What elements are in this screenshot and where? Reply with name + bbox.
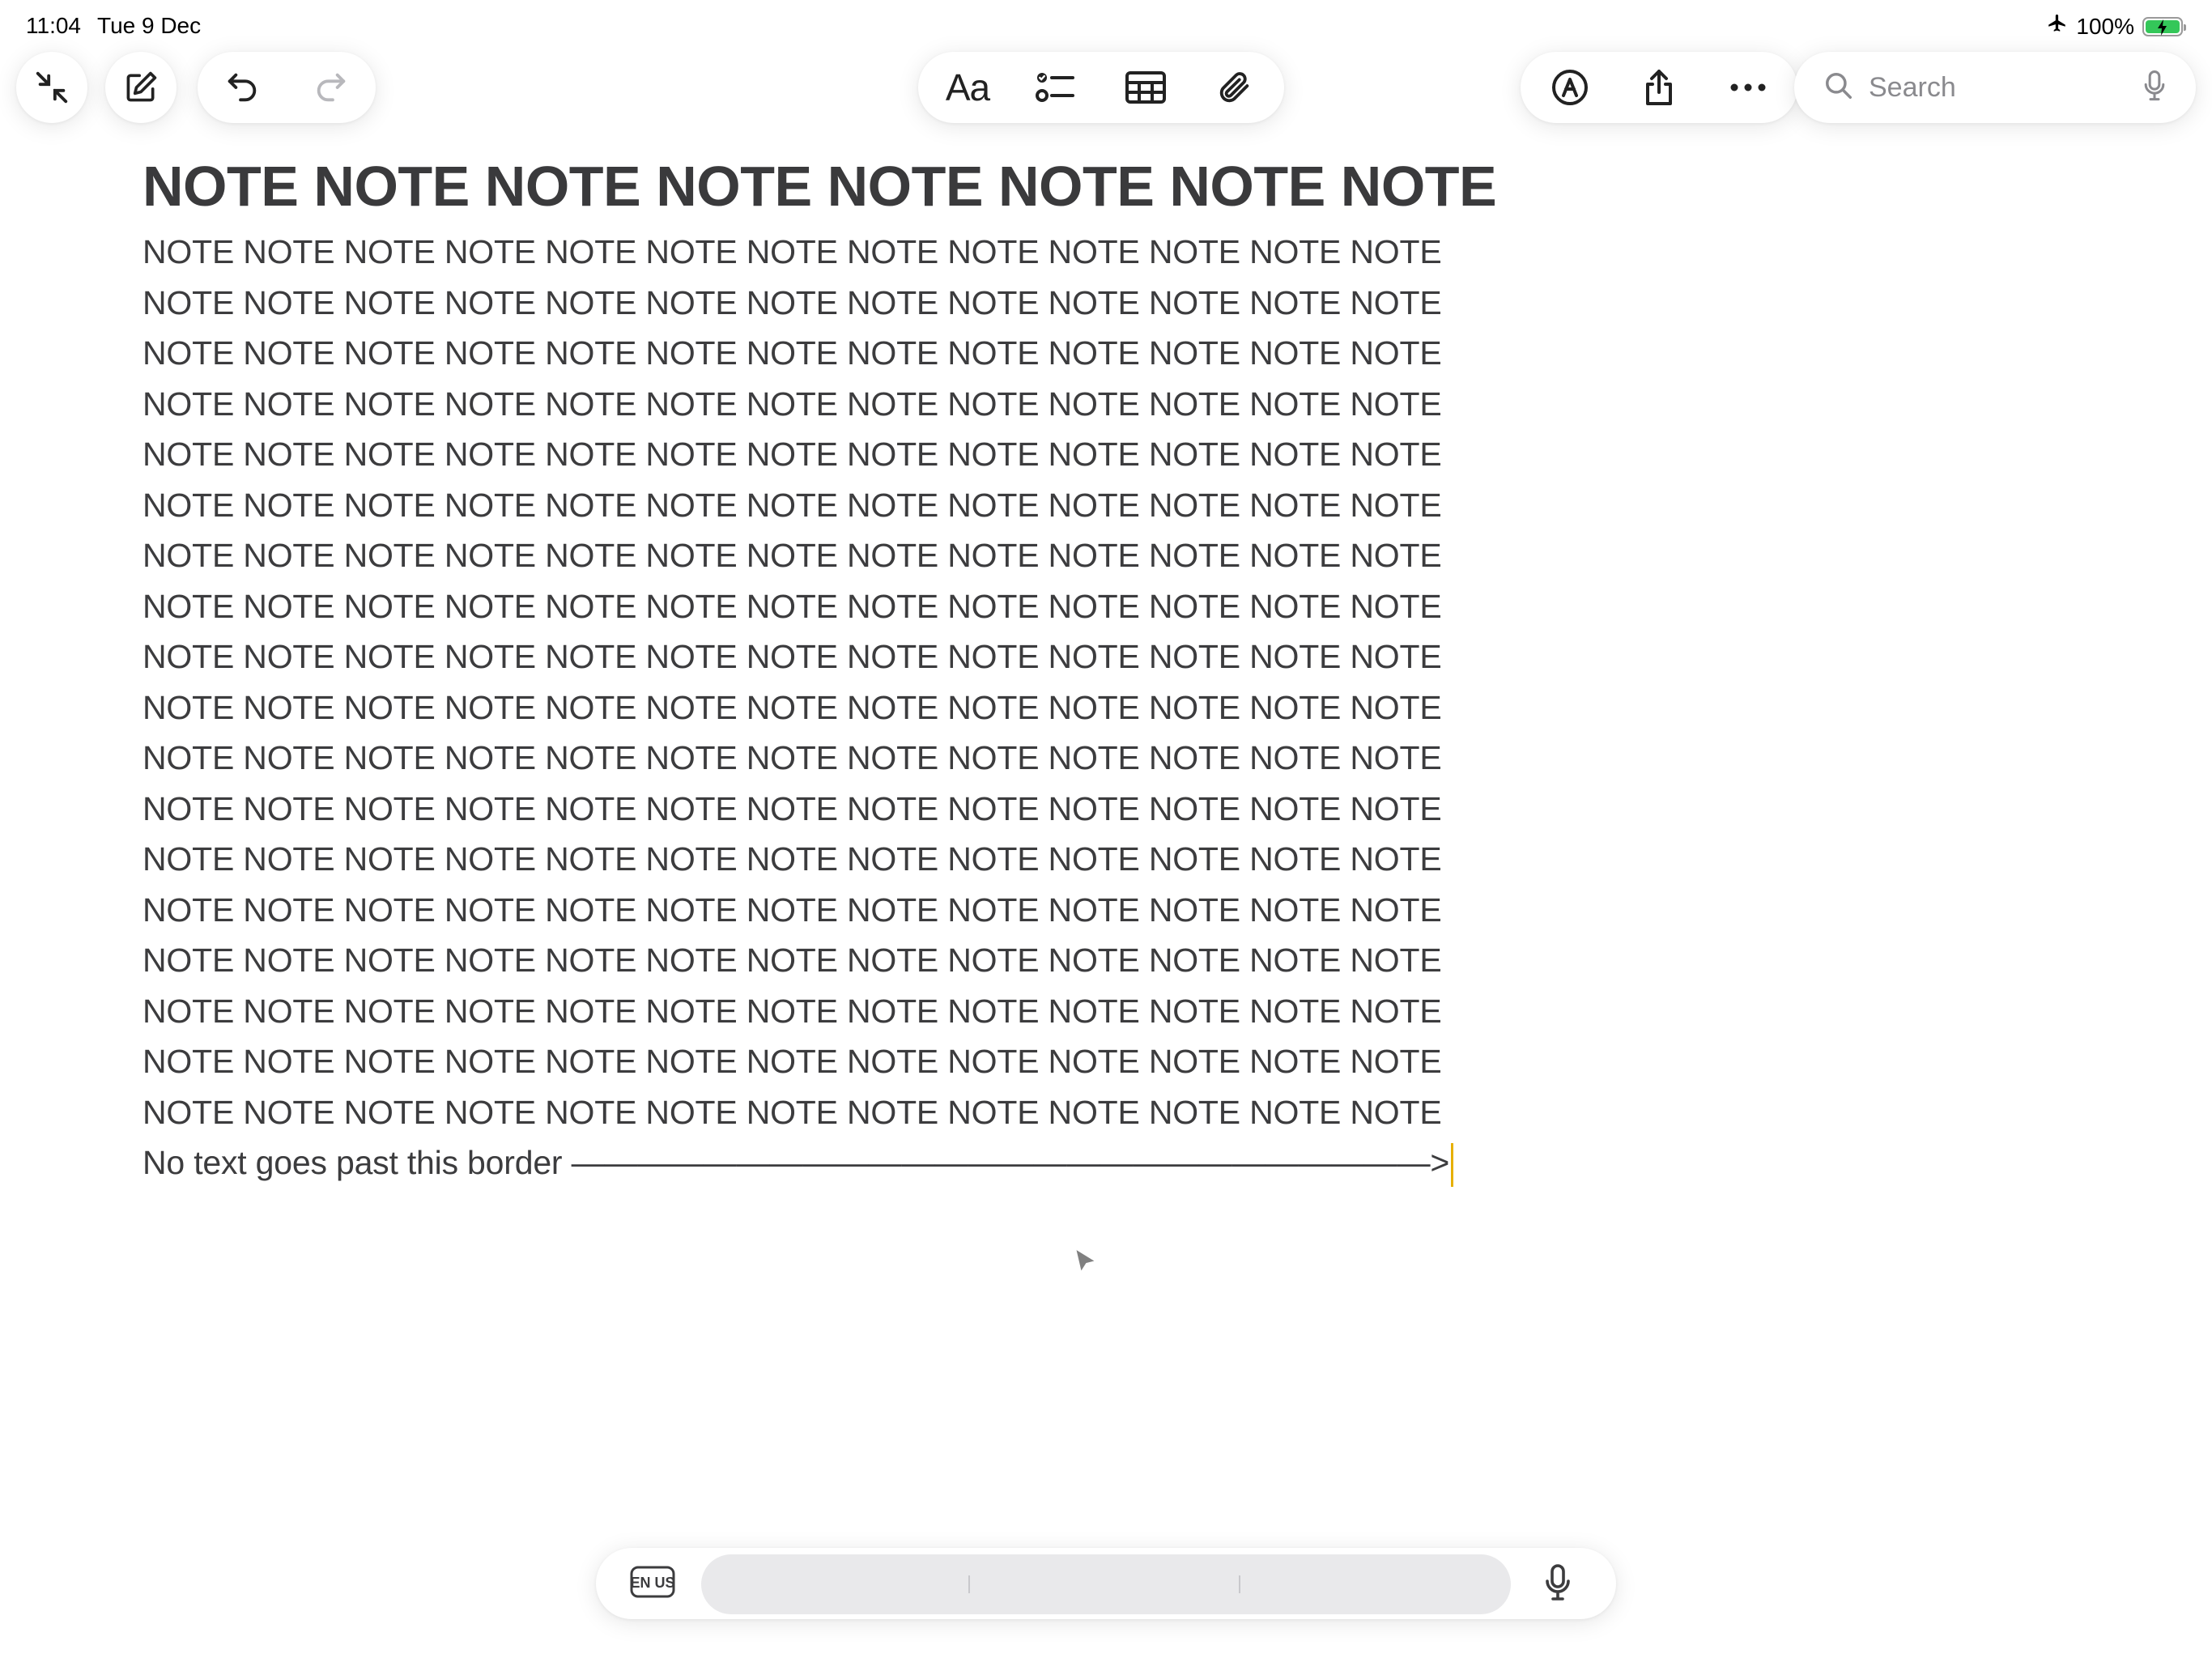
actions-toolbar xyxy=(1521,52,1797,123)
predictive-text-field[interactable] xyxy=(701,1554,1511,1614)
battery-percent: 100% xyxy=(2076,13,2134,39)
markup-icon[interactable] xyxy=(1525,52,1614,123)
note-line[interactable]: NOTE NOTE NOTE NOTE NOTE NOTE NOTE NOTE … xyxy=(143,530,1442,581)
format-text-icon[interactable]: Aa xyxy=(923,52,1012,123)
note-line[interactable]: NOTE NOTE NOTE NOTE NOTE NOTE NOTE NOTE … xyxy=(143,935,1442,986)
note-last-line[interactable]: No text goes past this border ——————————… xyxy=(143,1137,1454,1188)
keyboard-shortcut-bar: EN US xyxy=(596,1548,1616,1619)
note-last-line-text: No text goes past this border ——————————… xyxy=(143,1144,1450,1181)
note-line[interactable]: NOTE NOTE NOTE NOTE NOTE NOTE NOTE NOTE … xyxy=(143,682,1442,733)
undo-icon[interactable] xyxy=(198,52,287,123)
compose-icon[interactable] xyxy=(105,52,177,123)
note-line[interactable]: NOTE NOTE NOTE NOTE NOTE NOTE NOTE NOTE … xyxy=(143,784,1442,835)
status-bar: 11:04 Tue 9 Dec 100% xyxy=(0,0,2212,52)
note-line[interactable]: NOTE NOTE NOTE NOTE NOTE NOTE NOTE NOTE … xyxy=(143,480,1442,531)
note-body[interactable]: NOTE NOTE NOTE NOTE NOTE NOTE NOTE NOTE … xyxy=(143,227,1442,1138)
text-cursor xyxy=(1451,1143,1454,1188)
note-line[interactable]: NOTE NOTE NOTE NOTE NOTE NOTE NOTE NOTE … xyxy=(143,581,1442,632)
note-line[interactable]: NOTE NOTE NOTE NOTE NOTE NOTE NOTE NOTE … xyxy=(143,1036,1442,1087)
battery-charging-icon xyxy=(2142,16,2186,36)
note-editor[interactable]: NOTE NOTE NOTE NOTE NOTE NOTE NOTE NOTE … xyxy=(143,152,1497,1188)
note-line[interactable]: NOTE NOTE NOTE NOTE NOTE NOTE NOTE NOTE … xyxy=(143,379,1442,430)
redo-icon[interactable] xyxy=(287,52,376,123)
note-line[interactable]: NOTE NOTE NOTE NOTE NOTE NOTE NOTE NOTE … xyxy=(143,227,1442,278)
more-icon[interactable] xyxy=(1704,52,1793,123)
note-line[interactable]: NOTE NOTE NOTE NOTE NOTE NOTE NOTE NOTE … xyxy=(143,429,1442,480)
search-field[interactable]: Search xyxy=(1794,52,2196,123)
dictation-microphone-icon[interactable] xyxy=(1545,1562,1571,1607)
pointer-cursor-icon xyxy=(1074,1247,1098,1278)
status-time: 11:04 xyxy=(26,13,81,38)
note-line[interactable]: NOTE NOTE NOTE NOTE NOTE NOTE NOTE NOTE … xyxy=(143,885,1442,936)
search-placeholder: Search xyxy=(1869,71,1956,103)
status-date: Tue 9 Dec xyxy=(97,13,202,38)
note-line[interactable]: NOTE NOTE NOTE NOTE NOTE NOTE NOTE NOTE … xyxy=(143,834,1442,885)
share-icon[interactable] xyxy=(1614,52,1704,123)
compose-pill xyxy=(105,52,177,123)
collapse-icon[interactable] xyxy=(16,52,87,123)
microphone-icon[interactable] xyxy=(2142,70,2167,106)
undo-redo-pill xyxy=(198,52,376,123)
note-line[interactable]: NOTE NOTE NOTE NOTE NOTE NOTE NOTE NOTE … xyxy=(143,1087,1442,1138)
note-line[interactable]: NOTE NOTE NOTE NOTE NOTE NOTE NOTE NOTE … xyxy=(143,986,1442,1037)
note-line[interactable]: NOTE NOTE NOTE NOTE NOTE NOTE NOTE NOTE … xyxy=(143,733,1442,784)
search-icon xyxy=(1823,70,1854,105)
format-toolbar: Aa xyxy=(918,52,1284,123)
airplane-icon xyxy=(2047,13,2068,40)
note-line[interactable]: NOTE NOTE NOTE NOTE NOTE NOTE NOTE NOTE … xyxy=(143,328,1442,379)
checklist-icon[interactable] xyxy=(1012,52,1101,123)
keyboard-language-button[interactable]: EN US xyxy=(630,1566,675,1602)
format-text-label: Aa xyxy=(945,66,990,108)
table-icon[interactable] xyxy=(1101,52,1190,123)
note-line[interactable]: NOTE NOTE NOTE NOTE NOTE NOTE NOTE NOTE … xyxy=(143,631,1442,682)
keyboard-language-label: EN US xyxy=(630,1575,674,1591)
note-line[interactable]: NOTE NOTE NOTE NOTE NOTE NOTE NOTE NOTE … xyxy=(143,278,1442,329)
collapse-pill xyxy=(16,52,87,123)
attachment-icon[interactable] xyxy=(1190,52,1279,123)
note-title[interactable]: NOTE NOTE NOTE NOTE NOTE NOTE NOTE NOTE xyxy=(143,152,1497,220)
